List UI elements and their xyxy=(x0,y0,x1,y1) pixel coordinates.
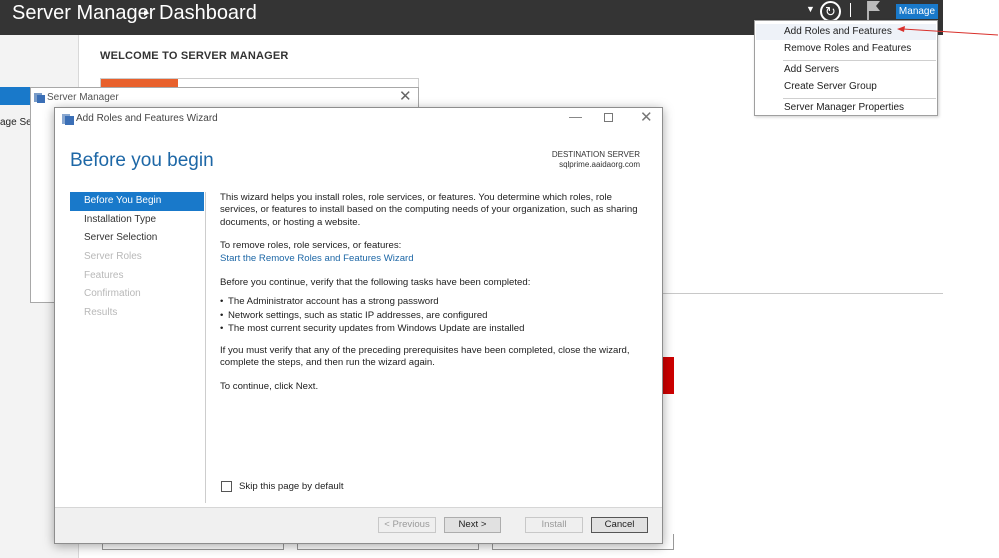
manage-menu-button[interactable]: Manage xyxy=(896,4,938,19)
menu-item-add-servers[interactable]: Add Servers xyxy=(756,62,936,78)
skip-page-label[interactable]: Skip this page by default xyxy=(239,481,344,492)
status-red-tile[interactable] xyxy=(662,357,674,394)
list-item: • The Administrator account has a strong … xyxy=(220,296,524,310)
step-server-roles: Server Roles xyxy=(84,251,142,263)
intro-text: This wizard helps you install roles, rol… xyxy=(220,192,638,228)
breadcrumb-separator-icon: ▸ xyxy=(144,7,150,19)
task-text: The Administrator account has a strong p… xyxy=(228,296,439,307)
toolbar-divider xyxy=(850,3,851,17)
destination-server-label: DESTINATION SERVER xyxy=(551,150,640,159)
breadcrumb-current-page: Dashboard xyxy=(159,2,257,24)
refresh-icon[interactable]: ↻ xyxy=(820,1,841,22)
menu-item-add-roles-features[interactable]: Add Roles and Features xyxy=(756,24,936,40)
close-icon[interactable]: ✕ xyxy=(640,108,653,126)
next-button[interactable]: Next > xyxy=(444,517,501,533)
step-server-selection[interactable]: Server Selection xyxy=(70,229,204,248)
section-divider xyxy=(662,293,943,294)
dialog-title: Server Manager xyxy=(47,92,119,103)
remove-wizard-link[interactable]: Start the Remove Roles and Features Wiza… xyxy=(220,253,414,265)
wizard-steps-nav: Before You Begin Installation Type Serve… xyxy=(70,192,204,323)
step-results: Results xyxy=(84,307,118,319)
menu-item-create-server-group[interactable]: Create Server Group xyxy=(756,79,936,95)
manage-dropdown-menu: Add Roles and Features Remove Roles and … xyxy=(754,20,938,116)
notifications-flag-icon[interactable] xyxy=(866,0,882,20)
task-text: The most current security updates from W… xyxy=(228,323,525,335)
page-title: Before you begin xyxy=(70,150,214,171)
close-icon[interactable]: ✕ xyxy=(399,87,412,105)
chevron-down-icon[interactable]: ▼ xyxy=(806,4,815,14)
remove-intro-text: To remove roles, role services, or featu… xyxy=(220,240,402,251)
step-before-you-begin[interactable]: Before You Begin xyxy=(70,192,204,211)
step-features: Features xyxy=(84,269,124,281)
wizard-app-icon xyxy=(62,114,74,125)
maximize-icon[interactable] xyxy=(604,113,613,122)
list-item: • The most current security updates from … xyxy=(220,323,524,337)
step-installation-type[interactable]: Installation Type xyxy=(70,211,204,230)
previous-button[interactable]: < Previous xyxy=(378,517,436,533)
destination-server-value: sqlprime.aaidaorg.com xyxy=(559,160,640,169)
nav-divider xyxy=(205,192,206,503)
list-item: • Network settings, such as static IP add… xyxy=(220,310,524,324)
add-roles-wizard: Add Roles and Features Wizard — ✕ Before… xyxy=(54,107,663,544)
step-confirmation: Confirmation xyxy=(84,288,141,300)
install-button[interactable]: Install xyxy=(525,517,583,533)
continue-text: To continue, click Next. xyxy=(220,381,319,392)
menu-separator xyxy=(783,98,936,99)
task-list: • The Administrator account has a strong … xyxy=(220,296,524,337)
left-nav-truncated-label: age Se xyxy=(0,117,32,128)
prerequisites-text: If you must verify that any of the prece… xyxy=(220,345,630,369)
task-text: Network settings, such as static IP addr… xyxy=(228,309,488,321)
wizard-footer: < Previous Next > Install Cancel xyxy=(55,507,662,543)
menu-separator xyxy=(783,60,936,61)
minimize-icon[interactable]: — xyxy=(569,109,582,124)
bullet-icon: • xyxy=(220,296,224,307)
wizard-title: Add Roles and Features Wizard xyxy=(76,113,218,124)
menu-item-server-manager-properties[interactable]: Server Manager Properties xyxy=(756,100,936,116)
cancel-button[interactable]: Cancel xyxy=(591,517,648,533)
bullet-icon: • xyxy=(220,309,224,321)
breadcrumb-root[interactable]: Server Manager xyxy=(12,1,155,25)
skip-page-checkbox[interactable] xyxy=(221,481,232,492)
bullet-icon: • xyxy=(220,323,224,335)
welcome-heading: WELCOME TO SERVER MANAGER xyxy=(100,50,289,62)
server-manager-icon xyxy=(34,93,45,103)
menu-item-remove-roles-features[interactable]: Remove Roles and Features xyxy=(756,41,936,57)
verify-intro-text: Before you continue, verify that the fol… xyxy=(220,277,531,288)
